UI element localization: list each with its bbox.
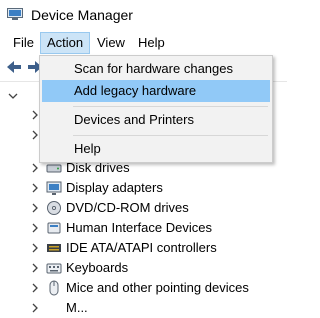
- action-dropdown-menu: Scan for hardware changes Add legacy har…: [39, 55, 273, 163]
- menu-help[interactable]: Help: [132, 32, 171, 54]
- tree-node-label: Display adapters: [66, 180, 163, 195]
- menu-bar: File Action View Help: [0, 32, 287, 54]
- window-title: Device Manager: [31, 7, 133, 23]
- chevron-right-icon[interactable]: [30, 283, 40, 293]
- tree-row-hid[interactable]: Human Interface Devices: [0, 218, 287, 238]
- tree-node-label: IDE ATA/ATAPI controllers: [66, 240, 217, 255]
- dvd-drive-icon: [47, 201, 61, 215]
- back-arrow-icon[interactable]: [5, 58, 23, 76]
- chevron-right-icon[interactable]: [30, 263, 40, 273]
- ide-controller-icon: [47, 244, 61, 252]
- tree-row-display-adapters[interactable]: Display adapters: [0, 178, 287, 198]
- tree-node-label: Human Interface Devices: [66, 220, 212, 235]
- chevron-right-icon[interactable]: [30, 203, 40, 213]
- keyboard-icon: [46, 263, 62, 274]
- mouse-icon: [49, 280, 59, 296]
- menu-separator: [73, 135, 268, 136]
- tree-node-label: Keyboards: [66, 260, 129, 275]
- device-manager-icon: [7, 8, 23, 20]
- tree-node-label: M...: [66, 300, 88, 315]
- menu-file[interactable]: File: [7, 32, 40, 54]
- menu-item-devices-and-printers[interactable]: Devices and Printers: [42, 109, 270, 131]
- tree-row-dvd-drives[interactable]: DVD/CD-ROM drives: [0, 198, 287, 218]
- chevron-right-icon[interactable]: [30, 183, 40, 193]
- chevron-right-icon[interactable]: [30, 303, 40, 313]
- hid-icon: [47, 222, 61, 234]
- chevron-right-icon[interactable]: [30, 243, 40, 253]
- tree-row-keyboards[interactable]: Keyboards: [0, 258, 287, 278]
- menu-item-add-legacy-hardware[interactable]: Add legacy hardware: [42, 80, 270, 102]
- tree-row-monitors[interactable]: M...: [0, 298, 287, 318]
- tree-node-label: Mice and other pointing devices: [66, 280, 249, 295]
- menu-item-scan-hardware[interactable]: Scan for hardware changes: [42, 58, 270, 80]
- chevron-down-icon[interactable]: [8, 91, 18, 101]
- title-bar: Device Manager: [0, 0, 287, 31]
- menu-view[interactable]: View: [91, 32, 131, 54]
- tree-row-mice[interactable]: Mice and other pointing devices: [0, 278, 287, 298]
- menu-action[interactable]: Action: [40, 32, 91, 54]
- menu-item-help[interactable]: Help: [42, 138, 270, 160]
- chevron-right-icon[interactable]: [30, 223, 40, 233]
- tree-row-ide-controllers[interactable]: IDE ATA/ATAPI controllers: [0, 238, 287, 258]
- chevron-right-icon[interactable]: [30, 163, 40, 173]
- menu-separator: [73, 106, 268, 107]
- tree-node-label: DVD/CD-ROM drives: [66, 200, 189, 215]
- display-adapter-icon: [46, 181, 62, 195]
